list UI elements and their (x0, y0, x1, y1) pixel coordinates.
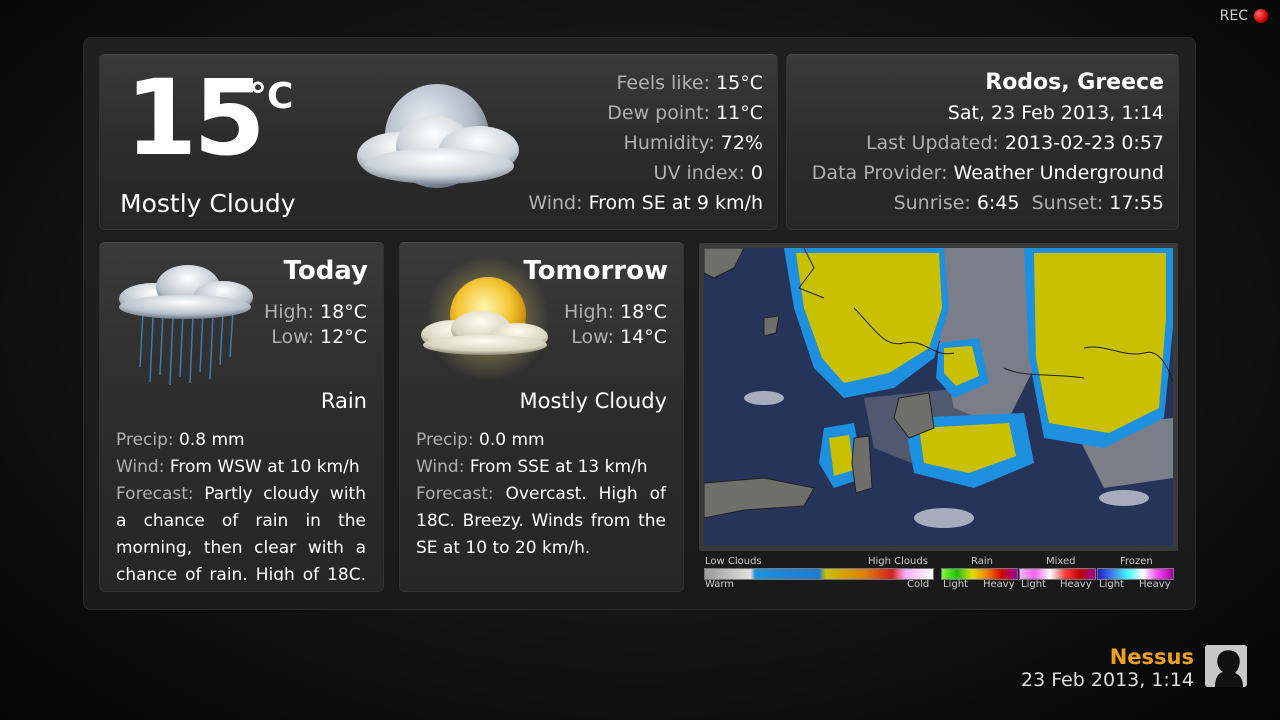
legend-frozen: Frozen (1120, 556, 1153, 567)
tomorrow-precip: Precip: 0.0 mm (416, 430, 545, 450)
legend-frozen-light: Light (1099, 579, 1124, 590)
sun-times-row: Sunrise: 6:45 Sunset: 17:55 (893, 192, 1164, 214)
humidity-row: Humidity: 72% (623, 132, 763, 154)
current-condition: Mostly Cloudy (120, 189, 296, 218)
today-low: Low: 12°C (271, 326, 367, 348)
tomorrow-details: Precip: 0.0 mm Wind: From SSE at 13 km/h… (416, 427, 666, 562)
tomorrow-forecast-text: Forecast: Overcast. High of 18C. Breezy.… (416, 484, 666, 558)
today-forecast-panel: Today High: 18°C Low: 12°C Rain Precip: … (99, 242, 384, 592)
today-title: Today (283, 256, 368, 286)
legend-warm: Warm (705, 579, 735, 590)
cloud-legend-bar (704, 568, 934, 580)
current-details: Feels like: 15°C Dew point: 11°C Humidit… (528, 68, 763, 218)
current-temperature: 15 (125, 57, 266, 179)
temperature-unit: °C (249, 76, 294, 117)
today-condition: Rain (320, 389, 367, 413)
record-dot-icon (1254, 9, 1268, 23)
uv-index-row: UV index: 0 (653, 162, 763, 184)
today-high: High: 18°C (263, 301, 367, 323)
user-name: Nessus (1109, 645, 1194, 669)
legend-rain: Rain (971, 556, 993, 567)
rec-label: REC (1219, 8, 1248, 24)
location-datetime: Sat, 23 Feb 2013, 1:14 (947, 102, 1164, 124)
user-datetime: 23 Feb 2013, 1:14 (1021, 669, 1194, 691)
today-forecast-text: Forecast: Partly cloudy with a chance of… (116, 484, 366, 581)
data-provider-row: Data Provider: Weather Underground (811, 162, 1164, 184)
today-details: Precip: 0.8 mm Wind: From WSW at 10 km/h… (116, 427, 366, 581)
satellite-map (699, 243, 1178, 551)
satellite-map-image (704, 248, 1173, 546)
legend-low-clouds: Low Clouds (705, 556, 762, 567)
feels-like-row: Feels like: 15°C (616, 72, 763, 94)
tomorrow-forecast-panel: Tomorrow High: 18°C Low: 14°C Mostly Clo… (399, 242, 684, 592)
rec-indicator: REC (1220, 8, 1268, 24)
today-wind: Wind: From WSW at 10 km/h (116, 457, 360, 477)
legend-cold: Cold (907, 579, 930, 590)
legend-frozen-heavy: Heavy (1139, 579, 1171, 590)
last-updated-row: Last Updated: 2013-02-23 0:57 (865, 132, 1164, 154)
legend-mixed-heavy: Heavy (1060, 579, 1092, 590)
user-silhouette-icon (1205, 645, 1247, 687)
avatar[interactable] (1205, 645, 1247, 687)
location-details: Rodos, Greece Sat, 23 Feb 2013, 1:14 Las… (812, 68, 1164, 218)
legend-mixed: Mixed (1046, 556, 1076, 567)
moon-cloud-icon (357, 84, 519, 188)
tomorrow-high: High: 18°C (563, 301, 667, 323)
legend-rain-heavy: Heavy (983, 579, 1015, 590)
tomorrow-title: Tomorrow (523, 256, 668, 286)
tomorrow-low: Low: 14°C (571, 326, 667, 348)
location-name: Rodos, Greece (985, 70, 1164, 95)
legend-rain-light: Light (943, 579, 968, 590)
tomorrow-high-low: High: 18°C Low: 14°C (564, 300, 667, 350)
legend-mixed-light: Light (1021, 579, 1046, 590)
tomorrow-condition: Mostly Cloudy (519, 389, 668, 413)
location-panel: Rodos, Greece Sat, 23 Feb 2013, 1:14 Las… (786, 54, 1179, 230)
today-precip: Precip: 0.8 mm (116, 430, 245, 450)
today-high-low: High: 18°C Low: 12°C (264, 300, 367, 350)
legend-high-clouds: High Clouds (868, 556, 928, 567)
current-conditions-panel: 15 °C Mostly Cloudy Feels like: 15°C Dew… (99, 54, 778, 230)
tomorrow-wind: Wind: From SSE at 13 km/h (416, 457, 648, 477)
map-legend: Low Clouds High Clouds Rain Mixed Frozen… (703, 556, 1175, 592)
rain-cloud-icon (119, 265, 253, 386)
dew-point-row: Dew point: 11°C (607, 102, 763, 124)
wind-row: Wind: From SE at 9 km/h (528, 192, 763, 214)
